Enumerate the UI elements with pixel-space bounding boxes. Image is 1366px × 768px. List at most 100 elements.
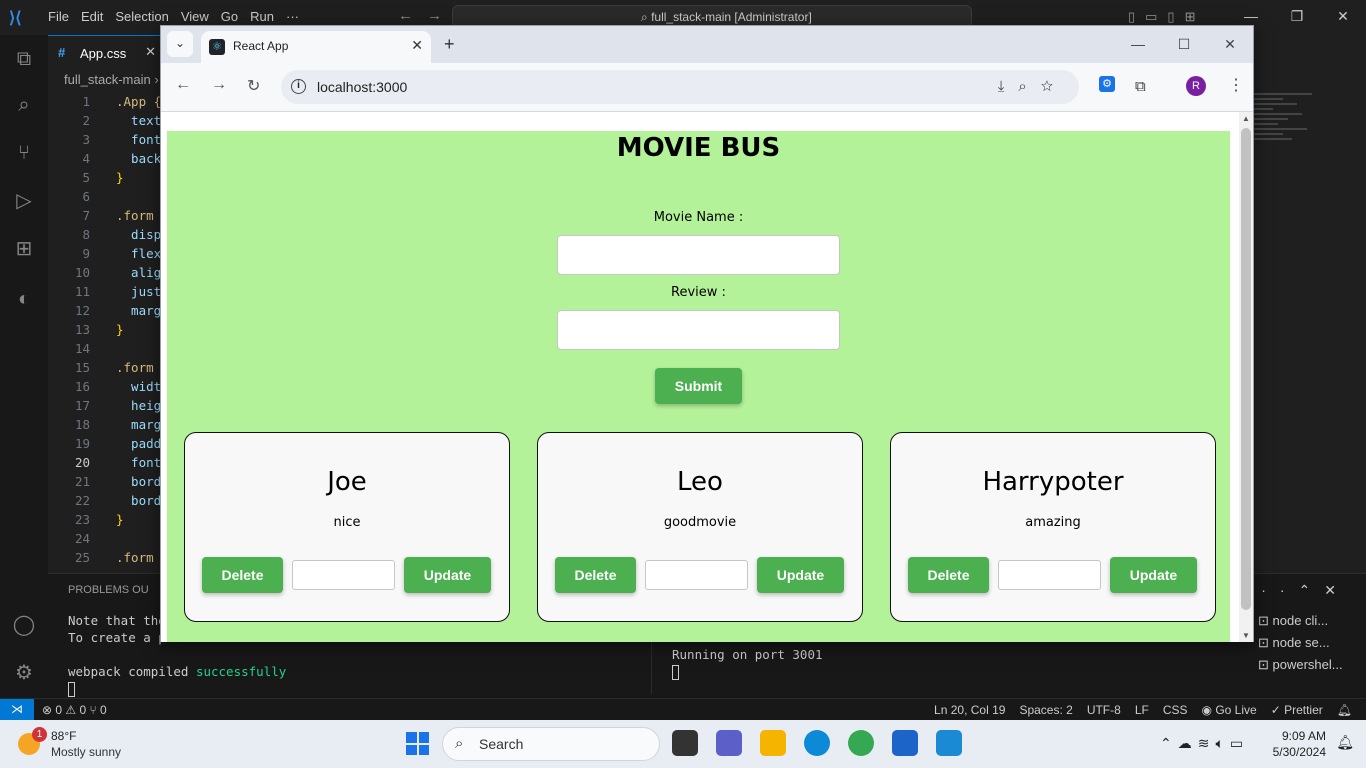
tab-search-chevron-icon[interactable]: ⌄ [167, 31, 193, 57]
close-icon[interactable]: ✕ [1320, 0, 1366, 35]
status-prettier[interactable]: ✓ Prettier [1271, 703, 1323, 717]
status-encoding[interactable]: UTF-8 [1087, 703, 1121, 717]
source-control-icon[interactable]: ⑂ [12, 141, 36, 165]
search-icon[interactable]: ⌕ [12, 93, 36, 117]
menu-run[interactable]: Run [244, 9, 280, 24]
new-tab-plus-icon[interactable]: + [444, 34, 455, 55]
delete-button[interactable]: Delete [202, 557, 283, 593]
update-button[interactable]: Update [404, 557, 491, 593]
explorer-icon[interactable]: ⧉ [12, 47, 36, 71]
address-bar[interactable]: i localhost:3000 ⤓⌕☆ [281, 70, 1079, 104]
terminal-item-node-client[interactable]: ⊡ node cli... [1258, 610, 1343, 632]
terminal-list: ⊡ node cli... ⊡ node se... ⊡ powershel..… [1258, 610, 1343, 676]
profile-avatar[interactable]: R [1186, 76, 1206, 96]
run-debug-icon[interactable]: ▷ [12, 189, 36, 213]
taskbar-clock[interactable]: 9:09 AM 5/30/2024 [1273, 728, 1326, 760]
vscode-nav-arrows[interactable]: ←→ [398, 7, 456, 24]
movie-card: Joe nice Delete Update [184, 432, 510, 622]
terminal-split-divider[interactable] [651, 634, 652, 694]
account-icon[interactable]: ◯ [12, 613, 36, 637]
back-arrow-icon[interactable]: ← [175, 76, 191, 94]
remote-explorer-icon[interactable]: ◐ [12, 287, 36, 311]
delete-button[interactable]: Delete [555, 557, 636, 593]
layout-toggle-icons[interactable]: ▯▭▯⊞ [1128, 9, 1205, 25]
tab-app-css[interactable]: # App.css ✕ [48, 35, 160, 70]
system-tray-icons[interactable]: ⌃☁︎≋🔈︎▭ [1160, 735, 1249, 752]
notification-center-icon[interactable]: 🔔︎ [1336, 734, 1354, 751]
file-explorer-icon[interactable] [760, 730, 786, 756]
extensions-icon[interactable]: ⊞ [12, 237, 36, 261]
line-number: 17 [74, 398, 90, 413]
command-center-text: full_stack-main [Administrator] [651, 10, 812, 24]
taskbar-search-box[interactable]: ⌕ Search [442, 727, 660, 761]
status-language[interactable]: CSS [1163, 703, 1188, 717]
page-title: MOVIE BUS [616, 133, 781, 163]
menu-file[interactable]: File [42, 9, 75, 24]
line-number: 24 [74, 531, 90, 546]
browser-menu-icon[interactable]: ⋮ [1228, 75, 1244, 95]
browser-tab-react-app[interactable]: ⚛ React App ✕ [201, 31, 431, 63]
menu-go[interactable]: Go [215, 9, 244, 24]
update-review-input[interactable] [645, 560, 748, 590]
notifications-bell-icon[interactable]: 🔔︎ [1337, 703, 1352, 717]
movie-name-input[interactable] [557, 235, 840, 275]
code-line: marg [116, 417, 162, 432]
site-info-icon[interactable]: i [291, 79, 306, 94]
menu-selection[interactable]: Selection [109, 9, 174, 24]
breadcrumb-folder[interactable]: full_stack-main [64, 72, 151, 87]
movie-card-review: nice [333, 515, 361, 530]
terminal-item-powershell[interactable]: ⊡ powershel... [1258, 654, 1343, 676]
forward-arrow-icon[interactable]: → [211, 76, 227, 94]
scrollbar-thumb[interactable] [1241, 128, 1251, 610]
menu-view[interactable]: View [175, 9, 215, 24]
vscode-taskbar-icon[interactable] [936, 730, 962, 756]
scroll-up-arrow-icon[interactable]: ▲ [1242, 114, 1250, 123]
close-icon[interactable]: ✕ [1207, 26, 1253, 62]
panel-tabs[interactable]: PROBLEMS OU [68, 584, 149, 596]
terminal-item-node-server[interactable]: ⊡ node se... [1258, 632, 1343, 654]
line-number: 7 [82, 208, 90, 223]
submit-button[interactable]: Submit [655, 368, 742, 404]
menu-more[interactable]: ··· [280, 9, 305, 24]
close-tab-icon[interactable]: ✕ [411, 37, 423, 54]
menu-edit[interactable]: Edit [75, 9, 109, 24]
browser-toolbar: ← → ↻ i localhost:3000 ⤓⌕☆ ⚙ ⧉ R ⋮ [161, 63, 1253, 112]
minimize-icon[interactable]: — [1115, 26, 1161, 62]
update-button[interactable]: Update [757, 557, 844, 593]
update-review-input[interactable] [998, 560, 1101, 590]
code-line: heig [116, 398, 162, 413]
status-problems[interactable]: ⊗ 0 ⚠ 0 ⑂ 0 [42, 703, 107, 717]
status-cursor-position[interactable]: Ln 20, Col 19 [934, 703, 1005, 717]
edge-browser-icon[interactable] [804, 730, 830, 756]
extension-gear-icon[interactable]: ⚙ [1099, 76, 1115, 92]
omnibox-action-icons[interactable]: ⤓⌕☆ [998, 70, 1067, 104]
remote-indicator-icon[interactable]: ⋊ [0, 699, 34, 721]
start-button-windows-icon[interactable] [406, 732, 429, 755]
update-button[interactable]: Update [1110, 557, 1197, 593]
chrome-browser-icon[interactable] [848, 730, 874, 756]
status-go-live[interactable]: ◉ Go Live [1202, 703, 1257, 717]
code-line: alig [116, 265, 162, 280]
scroll-down-arrow-icon[interactable]: ▼ [1242, 631, 1250, 640]
code-line: .form [116, 550, 154, 565]
terminal-output-right[interactable]: Running on port 3001 [672, 646, 823, 680]
status-indentation[interactable]: Spaces: 2 [1019, 703, 1072, 717]
delete-button[interactable]: Delete [908, 557, 989, 593]
review-input[interactable] [557, 310, 840, 350]
page-scrollbar[interactable]: ▲ ▼ [1239, 112, 1253, 642]
line-number: 3 [82, 132, 90, 147]
microsoft-store-icon[interactable] [892, 730, 918, 756]
status-eol[interactable]: LF [1135, 703, 1149, 717]
restore-icon[interactable]: ❐ [1274, 0, 1320, 35]
line-number: 13 [74, 322, 90, 337]
task-view-icon[interactable] [672, 730, 698, 756]
maximize-icon[interactable]: ☐ [1161, 26, 1207, 62]
reload-icon[interactable]: ↻ [247, 76, 260, 96]
settings-gear-icon[interactable]: ⚙ [12, 661, 36, 685]
extensions-puzzle-icon[interactable]: ⧉ [1135, 78, 1146, 95]
teams-chat-icon[interactable] [716, 730, 742, 756]
update-review-input[interactable] [292, 560, 395, 590]
breadcrumb[interactable]: full_stack-main › [64, 72, 159, 87]
close-tab-icon[interactable]: ✕ [145, 44, 156, 60]
minimap[interactable] [1254, 90, 1350, 250]
